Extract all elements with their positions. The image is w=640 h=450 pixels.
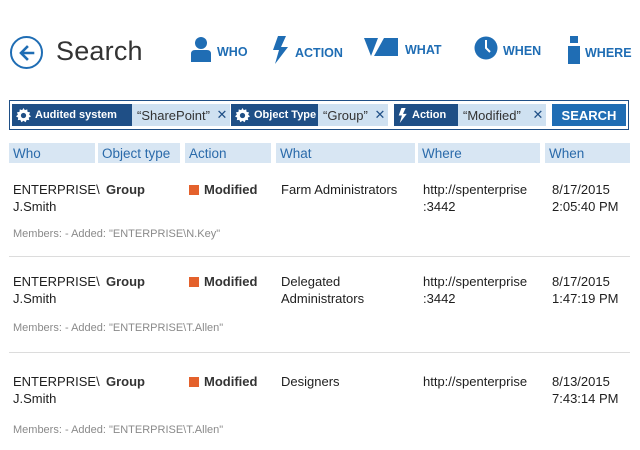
when-time: 2:05:40 PM — [552, 199, 619, 214]
filter-chip-key-audited-system[interactable]: Audited system — [12, 104, 132, 126]
remove-filter-icon[interactable]: ✕ — [372, 104, 388, 126]
filter-key-label: Object Type — [254, 109, 317, 121]
action-label: Modified — [204, 274, 258, 289]
what-line: Delegated — [281, 274, 341, 289]
nav-action[interactable]: ACTION — [272, 36, 343, 64]
when-time: 1:47:19 PM — [552, 291, 619, 306]
search-button[interactable]: SEARCH — [552, 104, 626, 126]
filter-chip-value[interactable]: “Group” — [318, 104, 374, 126]
nav-who-label: WHO — [217, 45, 248, 59]
what-cell: Farm Administrators — [281, 181, 397, 198]
who-domain: ENTERPRISE\ — [13, 274, 100, 289]
who-cell: ENTERPRISE\ J.Smith — [13, 273, 100, 307]
column-header-who[interactable]: Who — [9, 143, 95, 163]
members-detail: Members: - Added: "ENTERPRISE\N.Key" — [13, 228, 221, 240]
row-divider — [9, 256, 630, 257]
what-cell: Designers — [281, 373, 340, 390]
person-icon — [191, 37, 211, 62]
object-type-cell: Group — [106, 182, 145, 197]
action-label: Modified — [204, 182, 258, 197]
row-divider — [9, 352, 630, 353]
column-header-object-type[interactable]: Object type — [98, 143, 180, 163]
nav-when[interactable]: WHEN — [474, 36, 541, 60]
who-user: J.Smith — [13, 291, 57, 306]
shapes-icon — [364, 38, 398, 56]
filter-bar: Audited system “SharePoint” ✕ Object Typ… — [9, 100, 629, 130]
filter-key-label: Action — [412, 109, 447, 121]
object-type-cell: Group — [106, 274, 145, 289]
nav-who[interactable]: WHO — [190, 36, 248, 62]
where-cell: http://spenterprise :3442 — [423, 181, 527, 215]
nav-what[interactable]: WHAT — [364, 36, 442, 58]
column-header-when[interactable]: When — [545, 143, 630, 163]
what-line: Designers — [281, 374, 340, 389]
what-line: Farm Administrators — [281, 182, 398, 197]
info-icon — [568, 36, 580, 64]
back-button[interactable] — [10, 36, 43, 69]
action-label: Modified — [204, 374, 258, 389]
back-arrow-icon — [18, 44, 34, 61]
page-title: Search — [56, 36, 143, 66]
filter-key-label: Audited system — [35, 109, 117, 121]
when-cell: 8/17/2015 1:47:19 PM — [552, 273, 619, 307]
nav-what-label: WHAT — [405, 43, 442, 57]
action-marker-icon — [189, 277, 199, 287]
who-cell: ENTERPRISE\ J.Smith — [13, 373, 100, 407]
action-marker-icon — [189, 185, 199, 195]
nav-action-label: ACTION — [295, 46, 343, 60]
where-line: http://spenterprise — [423, 182, 528, 197]
action-cell: Modified — [189, 273, 257, 290]
members-detail: Members: - Added: "ENTERPRISE\T.Allen" — [13, 322, 224, 334]
where-line: http://spenterprise — [423, 374, 528, 389]
column-header-where[interactable]: Where — [418, 143, 540, 163]
remove-filter-icon[interactable]: ✕ — [530, 104, 546, 126]
nav-where[interactable]: WHERE — [568, 36, 632, 64]
when-date: 8/13/2015 — [552, 374, 610, 389]
who-cell: ENTERPRISE\ J.Smith — [13, 181, 100, 215]
lightning-icon — [398, 107, 407, 123]
column-header-action[interactable]: Action — [185, 143, 271, 163]
where-line: http://spenterprise — [423, 274, 528, 289]
who-user: J.Smith — [13, 199, 57, 214]
gear-icon — [16, 107, 31, 122]
nav-where-label: WHERE — [585, 46, 632, 60]
what-line: Administrators — [281, 291, 365, 306]
filter-chip-value[interactable]: “Modified” — [458, 104, 530, 126]
when-cell: 8/13/2015 7:43:14 PM — [552, 373, 619, 407]
object-type-cell: Group — [106, 374, 145, 389]
where-line: :3442 — [423, 199, 456, 214]
where-line: :3442 — [423, 291, 456, 306]
action-cell: Modified — [189, 181, 257, 198]
when-date: 8/17/2015 — [552, 274, 610, 289]
who-domain: ENTERPRISE\ — [13, 182, 100, 197]
where-cell: http://spenterprise :3442 — [423, 273, 527, 307]
filter-chip-value[interactable]: “SharePoint” — [132, 104, 214, 126]
nav-when-label: WHEN — [503, 44, 542, 58]
members-detail: Members: - Added: "ENTERPRISE\T.Allen" — [13, 424, 224, 436]
when-time: 7:43:14 PM — [552, 391, 619, 406]
clock-icon — [474, 36, 498, 60]
lightning-icon — [273, 36, 288, 64]
when-cell: 8/17/2015 2:05:40 PM — [552, 181, 619, 215]
when-date: 8/17/2015 — [552, 182, 610, 197]
filter-chip-key-object-type[interactable]: Object Type — [231, 104, 318, 126]
who-user: J.Smith — [13, 391, 57, 406]
where-cell: http://spenterprise — [423, 373, 527, 390]
gear-icon — [235, 107, 250, 122]
column-header-what[interactable]: What — [276, 143, 415, 163]
action-cell: Modified — [189, 373, 257, 390]
remove-filter-icon[interactable]: ✕ — [214, 104, 230, 126]
who-domain: ENTERPRISE\ — [13, 374, 100, 389]
what-cell: Delegated Administrators — [281, 273, 364, 307]
filter-chip-key-action[interactable]: Action — [394, 104, 458, 126]
action-marker-icon — [189, 377, 199, 387]
